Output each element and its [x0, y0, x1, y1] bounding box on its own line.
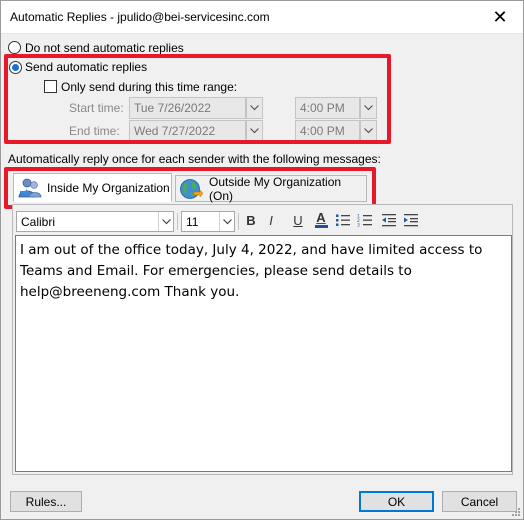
close-icon: ✕ — [492, 6, 508, 27]
do-not-send-label[interactable]: Do not send automatic replies — [25, 41, 184, 55]
chevron-down-icon — [219, 212, 234, 231]
increase-indent-button[interactable] — [402, 211, 420, 229]
font-family-select[interactable]: Calibri — [16, 211, 174, 232]
toolbar-divider — [177, 213, 178, 230]
bullets-button[interactable] — [334, 211, 352, 229]
cancel-button[interactable]: Cancel — [442, 491, 517, 512]
italic-icon: I — [269, 212, 273, 228]
tabs-highlight — [4, 167, 376, 209]
underline-button[interactable]: U — [289, 211, 307, 229]
do-not-send-radio[interactable] — [8, 41, 21, 54]
cancel-label: Cancel — [460, 494, 499, 509]
decrease-indent-icon — [382, 214, 396, 227]
resize-grip-icon[interactable] — [511, 507, 521, 517]
bold-button[interactable]: B — [242, 211, 260, 229]
svg-text:3: 3 — [357, 223, 360, 228]
decrease-indent-button[interactable] — [380, 211, 398, 229]
increase-indent-icon — [404, 214, 418, 227]
bullet-list-icon — [336, 214, 350, 226]
ok-button[interactable]: OK — [359, 491, 434, 512]
reply-instructions-label: Automatically reply once for each sender… — [8, 152, 381, 166]
rules-label: Rules... — [25, 494, 67, 509]
font-family-value: Calibri — [21, 215, 56, 229]
window-title: Automatic Replies - jpulido@bei-services… — [10, 10, 270, 24]
bold-icon: B — [246, 212, 256, 228]
close-button[interactable]: ✕ — [477, 1, 523, 33]
numbered-list-icon: 1 2 3 — [357, 214, 372, 228]
font-size-value: 11 — [186, 215, 199, 229]
font-color-icon: A — [316, 210, 326, 225]
font-size-select[interactable]: 11 — [181, 211, 235, 232]
ok-label: OK — [387, 494, 406, 509]
toolbar-divider — [238, 213, 239, 230]
message-editor[interactable]: I am out of the office today, July 4, 20… — [15, 235, 512, 472]
italic-button[interactable]: I — [262, 211, 280, 229]
title-bar: Automatic Replies - jpulido@bei-services… — [1, 1, 523, 34]
numbering-button[interactable]: 1 2 3 — [356, 211, 374, 229]
rules-button[interactable]: Rules... — [10, 491, 82, 512]
font-color-swatch — [314, 225, 328, 228]
font-color-button[interactable]: A — [312, 211, 330, 229]
send-options-highlight — [4, 54, 391, 144]
underline-icon: U — [293, 212, 303, 228]
message-text[interactable]: I am out of the office today, July 4, 20… — [20, 240, 508, 303]
automatic-replies-dialog: Automatic Replies - jpulido@bei-services… — [0, 0, 524, 520]
chevron-down-icon — [158, 212, 173, 231]
